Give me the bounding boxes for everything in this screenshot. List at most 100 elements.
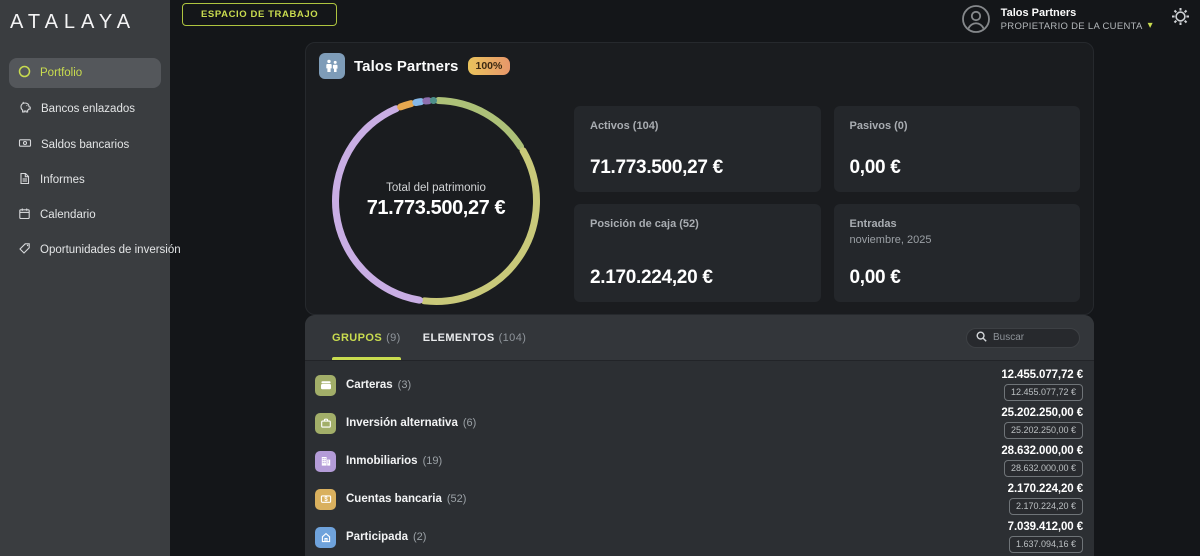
group-values: 25.202.250,00 € 25.202.250,00 € xyxy=(1001,407,1083,440)
banknote-icon xyxy=(18,136,32,153)
group-values: 28.632.000,00 € 28.632.000,00 € xyxy=(1001,445,1083,478)
circle-icon xyxy=(18,65,31,81)
group-count: (19) xyxy=(423,455,443,467)
home-icon xyxy=(315,527,336,548)
calendar-icon xyxy=(18,207,31,223)
tab-count: (9) xyxy=(386,332,401,344)
group-row-inversi-n-alternativa[interactable]: Inversión alternativa(6)25.202.250,00 €2… xyxy=(315,404,1083,442)
group-count: (3) xyxy=(398,379,411,391)
card-label: Posición de caja (52) xyxy=(590,218,805,230)
user-texts: Talos Partners PROPIETARIO DE LA CUENTA … xyxy=(1001,7,1153,32)
sidebar-item-label: Portfolio xyxy=(40,67,82,79)
sidebar-item-label: Calendario xyxy=(40,209,96,221)
donut-segment-1 xyxy=(438,101,520,147)
avatar[interactable] xyxy=(961,4,991,34)
workspace-button[interactable]: ESPACIO DE TRABAJO xyxy=(182,3,337,26)
group-secondary-value: 28.632.000,00 € xyxy=(1004,460,1083,478)
summary-header: Talos Partners 100% xyxy=(319,53,510,79)
user-name: Talos Partners xyxy=(1001,7,1153,19)
group-rows: Carteras(3)12.455.077,72 €12.455.077,72 … xyxy=(305,361,1094,556)
sidebar-item-portfolio[interactable]: Portfolio xyxy=(9,58,161,88)
donut-segment-3 xyxy=(336,109,420,300)
summary-title: Talos Partners xyxy=(354,58,459,75)
group-primary-value: 25.202.250,00 € xyxy=(1001,407,1083,419)
group-label: Carteras xyxy=(346,379,393,391)
group-secondary-value: 1.637.094,16 € xyxy=(1009,536,1083,554)
app-logo: ATALAYA xyxy=(0,0,170,34)
group-secondary-value: 12.455.077,72 € xyxy=(1004,384,1083,402)
chevron-down-icon: ▾ xyxy=(1148,21,1153,31)
summary-card: Pasivos (0) 0,00 € xyxy=(834,106,1081,192)
group-primary-value: 12.455.077,72 € xyxy=(1001,369,1083,381)
user-role-label: PROPIETARIO DE LA CUENTA xyxy=(1001,21,1143,32)
search-input[interactable] xyxy=(993,332,1070,343)
group-values: 12.455.077,72 € 12.455.077,72 € xyxy=(1001,369,1083,402)
document-icon xyxy=(18,172,31,188)
card-value: 71.773.500,27 € xyxy=(590,157,723,179)
card-sublabel: noviembre, 2025 xyxy=(850,234,1065,246)
card-label: Entradas xyxy=(850,218,1065,230)
donut-segment-5 xyxy=(416,102,421,103)
group-count: (2) xyxy=(413,531,426,543)
account-owner-dropdown[interactable]: PROPIETARIO DE LA CUENTA ▾ xyxy=(1001,21,1153,32)
gear-icon[interactable] xyxy=(1171,7,1190,31)
donut-segment-4 xyxy=(401,104,411,107)
completeness-badge: 100% xyxy=(468,57,511,75)
sidebar-item-calendario[interactable]: Calendario xyxy=(9,200,161,230)
searchbox xyxy=(966,328,1080,348)
group-row-carteras[interactable]: Carteras(3)12.455.077,72 €12.455.077,72 … xyxy=(315,366,1083,404)
summary-card: Posición de caja (52) 2.170.224,20 € xyxy=(574,204,821,302)
tag-icon xyxy=(18,242,31,258)
group-primary-value: 28.632.000,00 € xyxy=(1001,445,1083,457)
group-label: Inversión alternativa xyxy=(346,417,458,429)
portfolio-summary-panel: Talos Partners 100% Total del patrimonio… xyxy=(305,42,1094,315)
group-secondary-value: 25.202.250,00 € xyxy=(1004,422,1083,440)
sidebar-item-label: Saldos bancarios xyxy=(41,139,129,151)
group-row-inmobiliarios[interactable]: Inmobiliarios(19)28.632.000,00 €28.632.0… xyxy=(315,442,1083,480)
sidebar-item-informes[interactable]: Informes xyxy=(9,165,161,195)
card-label: Activos (104) xyxy=(590,120,805,132)
tab-label: ELEMENTOS xyxy=(423,332,495,344)
sidebar-item-bancos-enlazados[interactable]: Bancos enlazados xyxy=(9,93,161,124)
dollar-bill-icon: $ xyxy=(315,489,336,510)
tab-elementos[interactable]: ELEMENTOS (104) xyxy=(423,315,527,360)
tab-label: GRUPOS xyxy=(332,332,382,344)
group-count: (6) xyxy=(463,417,476,429)
sidebar-item-saldos-bancarios[interactable]: Saldos bancarios xyxy=(9,129,161,160)
user-cluster: Talos Partners PROPIETARIO DE LA CUENTA … xyxy=(961,4,1190,34)
tabstrip: GRUPOS (9) ELEMENTOS (104) xyxy=(305,315,1094,361)
family-icon xyxy=(319,53,345,79)
summary-card: Activos (104) 71.773.500,27 € xyxy=(574,106,821,192)
donut-segment-2 xyxy=(424,151,536,302)
tab-grupos[interactable]: GRUPOS (9) xyxy=(332,315,401,360)
card-value: 0,00 € xyxy=(850,157,901,179)
tab-count: (104) xyxy=(499,332,527,344)
group-label: Cuentas bancaria xyxy=(346,493,442,505)
wallet-icon xyxy=(315,375,336,396)
groups-panel: GRUPOS (9) ELEMENTOS (104) Carteras (3) 12.45… xyxy=(305,315,1094,556)
group-label: Participada xyxy=(346,531,408,543)
group-label: Inmobiliarios xyxy=(346,455,418,467)
sidebar-item-label: Bancos enlazados xyxy=(41,103,135,115)
sidebar-nav: Portfolio Bancos enlazados Saldos bancario… xyxy=(0,58,170,265)
main-area: ESPACIO DE TRABAJO Talos Partners PROPIE… xyxy=(170,0,1200,556)
group-row-participada[interactable]: Participada (2) 7.039.412,00 € 1.637.094,16… xyxy=(315,518,1083,556)
summary-card: Entradas noviembre, 2025 0,00 € xyxy=(834,204,1081,302)
group-row-cuentas-bancaria[interactable]: $ Cuentas bancaria (52) 2.170.224,20 €2.170… xyxy=(315,480,1083,518)
card-value: 2.170.224,20 € xyxy=(590,267,713,289)
piggy-bank-icon xyxy=(18,100,32,117)
card-value: 0,00 € xyxy=(850,267,901,289)
sidebar-item-oportunidades-de-inversi-n[interactable]: Oportunidades de inversión xyxy=(9,235,161,265)
patrimony-donut-chart: Total del patrimonio 71.773.500,27 € xyxy=(328,93,544,309)
group-count: (52) xyxy=(447,493,467,505)
group-values: 2.170.224,20 €2.170.224,20 € xyxy=(1008,483,1083,516)
sidebar-item-label: Informes xyxy=(40,174,85,186)
group-primary-value: 2.170.224,20 € xyxy=(1008,483,1083,495)
summary-cards: Activos (104) 71.773.500,27 € Pasivos (0) 0… xyxy=(574,106,1080,302)
search-icon xyxy=(976,329,987,347)
sidebar-item-label: Oportunidades de inversión xyxy=(40,244,181,256)
sidebar: ATALAYA Portfolio Bancos enlazados Saldos … xyxy=(0,0,170,556)
group-primary-value: 7.039.412,00 € xyxy=(1008,521,1083,533)
building-icon xyxy=(315,451,336,472)
card-label: Pasivos (0) xyxy=(850,120,1065,132)
